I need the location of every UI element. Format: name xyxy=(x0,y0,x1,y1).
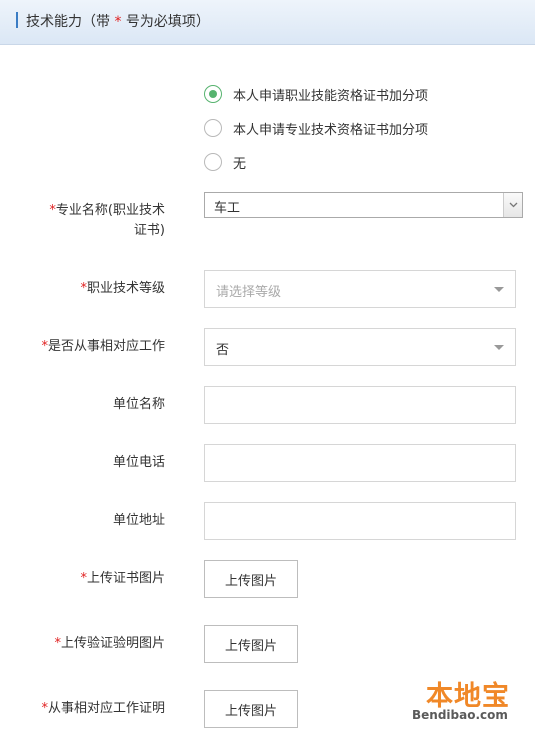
radio-checked-icon[interactable] xyxy=(204,85,222,103)
section-title: 技术能力（带 * 号为必填项） xyxy=(26,11,210,31)
level-select[interactable]: 请选择等级 xyxy=(204,270,516,308)
dropdown-arrow-icon xyxy=(494,287,504,292)
radio-professional-cert[interactable]: 本人申请专业技术资格证书加分项 xyxy=(204,117,428,139)
work-select[interactable]: 否 xyxy=(204,328,516,366)
company-name-input[interactable] xyxy=(204,386,516,424)
title-suffix: 号为必填项） xyxy=(121,14,210,30)
radio-skill-cert[interactable]: 本人申请职业技能资格证书加分项 xyxy=(204,83,428,105)
radio-label: 本人申请专业技术资格证书加分项 xyxy=(233,122,429,138)
radio-label: 本人申请职业技能资格证书加分项 xyxy=(233,88,429,104)
company-phone-input[interactable] xyxy=(204,444,516,482)
major-label: *专业名称(职业技术 证书) xyxy=(49,201,165,241)
verify-image-label: *上传验证验明图片 xyxy=(54,634,165,654)
major-label-line2: 证书) xyxy=(133,223,165,238)
radio-dot xyxy=(209,90,217,98)
company-phone-label: 单位电话 xyxy=(112,455,165,470)
level-select-placeholder: 请选择等级 xyxy=(216,285,282,300)
major-select[interactable]: 车工 xyxy=(204,192,523,218)
radio-label: 无 xyxy=(233,156,247,172)
major-label-text: 专业名称(职业技术 xyxy=(55,203,165,218)
work-proof-label: *从事相对应工作证明 xyxy=(41,699,165,719)
major-select-value: 车工 xyxy=(214,201,241,216)
work-proof-label-text: 从事相对应工作证明 xyxy=(47,701,165,716)
level-label: *职业技术等级 xyxy=(80,279,165,299)
chevron-down-icon[interactable] xyxy=(503,193,522,217)
company-address-input[interactable] xyxy=(204,502,516,540)
work-label: *是否从事相对应工作 xyxy=(41,337,165,357)
upload-work-proof-button[interactable]: 上传图片 xyxy=(204,690,298,728)
radio-unchecked-icon[interactable] xyxy=(204,153,222,171)
watermark-domain: Bendibao.com xyxy=(412,708,508,722)
work-select-value: 否 xyxy=(216,343,230,358)
work-label-text: 是否从事相对应工作 xyxy=(47,339,165,354)
company-name-label: 单位名称 xyxy=(112,397,165,412)
level-label-text: 职业技术等级 xyxy=(86,281,165,296)
header-accent-bar xyxy=(16,12,18,28)
cert-image-label-text: 上传证书图片 xyxy=(86,571,165,586)
major-label-line1: *专业名称(职业技术 xyxy=(49,201,165,221)
company-address-label: 单位地址 xyxy=(112,513,165,528)
cert-image-label: *上传证书图片 xyxy=(80,569,165,589)
bendibao-watermark-logo: 本地宝 Bendibao.com xyxy=(412,674,522,726)
radio-unchecked-icon[interactable] xyxy=(204,119,222,137)
title-prefix: 技术能力（带 xyxy=(26,14,115,30)
upload-verify-image-button[interactable]: 上传图片 xyxy=(204,625,298,663)
dropdown-arrow-icon xyxy=(494,345,504,350)
section-header: 技术能力（带 * 号为必填项） xyxy=(0,0,535,45)
upload-cert-image-button[interactable]: 上传图片 xyxy=(204,560,298,598)
verify-image-label-text: 上传验证验明图片 xyxy=(60,636,165,651)
radio-none[interactable]: 无 xyxy=(204,151,246,173)
